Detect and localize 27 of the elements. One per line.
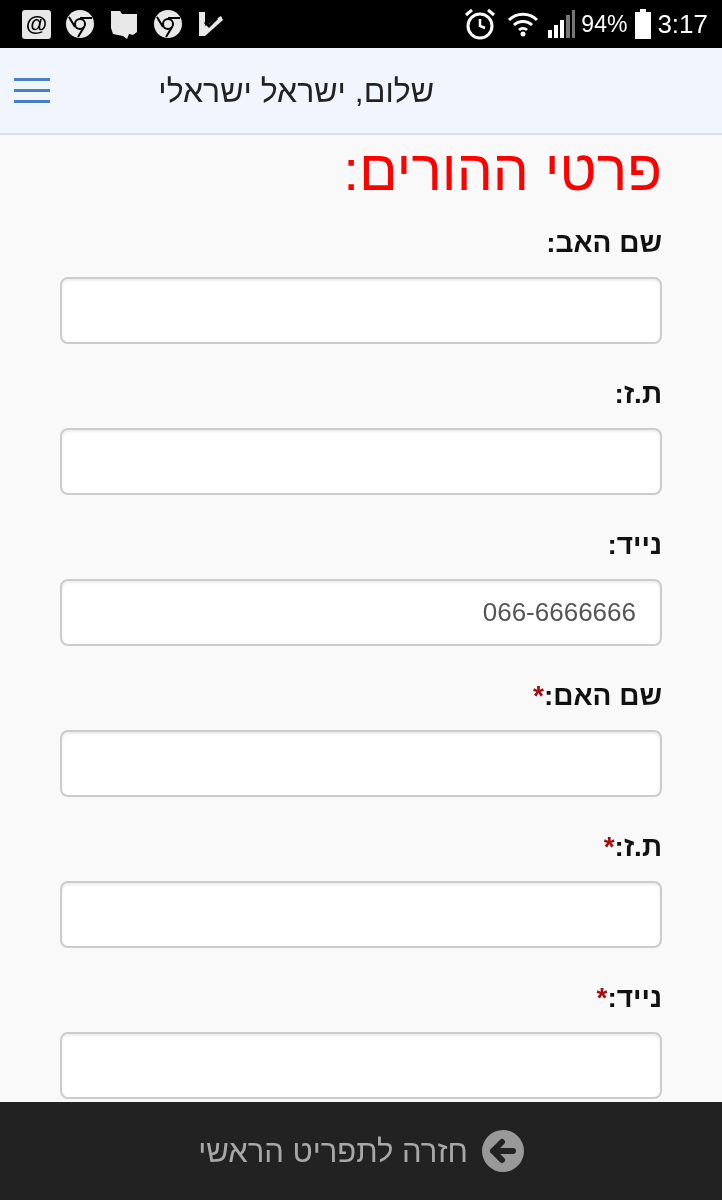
input-field[interactable] — [60, 428, 662, 495]
battery-level: 94% — [581, 12, 628, 36]
field-label: ת.ז:* — [603, 833, 662, 861]
field-label: שם האם:* — [533, 682, 662, 710]
field-label: שם האב: — [546, 229, 662, 257]
input-field[interactable] — [60, 881, 662, 948]
menu-icon[interactable] — [14, 77, 50, 104]
signal-icon — [547, 10, 576, 38]
document-icon — [109, 8, 139, 40]
clock-time: 3:17 — [657, 11, 708, 37]
input-field[interactable] — [60, 730, 662, 797]
battery-icon — [635, 9, 652, 39]
section-heading: פרטי ההורים: — [342, 137, 662, 204]
field-label: נייד:* — [596, 984, 662, 1012]
at-sign-icon: @ — [22, 9, 51, 39]
circle-logo-icon — [153, 9, 183, 39]
back-to-main-menu-button[interactable]: חזרה לתפריט הראשי — [198, 1130, 524, 1172]
input-field[interactable] — [60, 277, 662, 344]
alarm-clock-icon — [463, 7, 498, 41]
field-label: ת.ז: — [614, 380, 662, 408]
wifi-icon — [507, 11, 540, 37]
field-label: נייד: — [607, 531, 662, 559]
circle-logo-icon — [65, 9, 95, 39]
input-field[interactable]: 066-6666666 — [60, 579, 662, 646]
checkmark-icon — [197, 10, 225, 38]
greeting-text: שלום, ישראל ישראלי — [157, 71, 434, 111]
input-field[interactable] — [60, 1032, 662, 1099]
